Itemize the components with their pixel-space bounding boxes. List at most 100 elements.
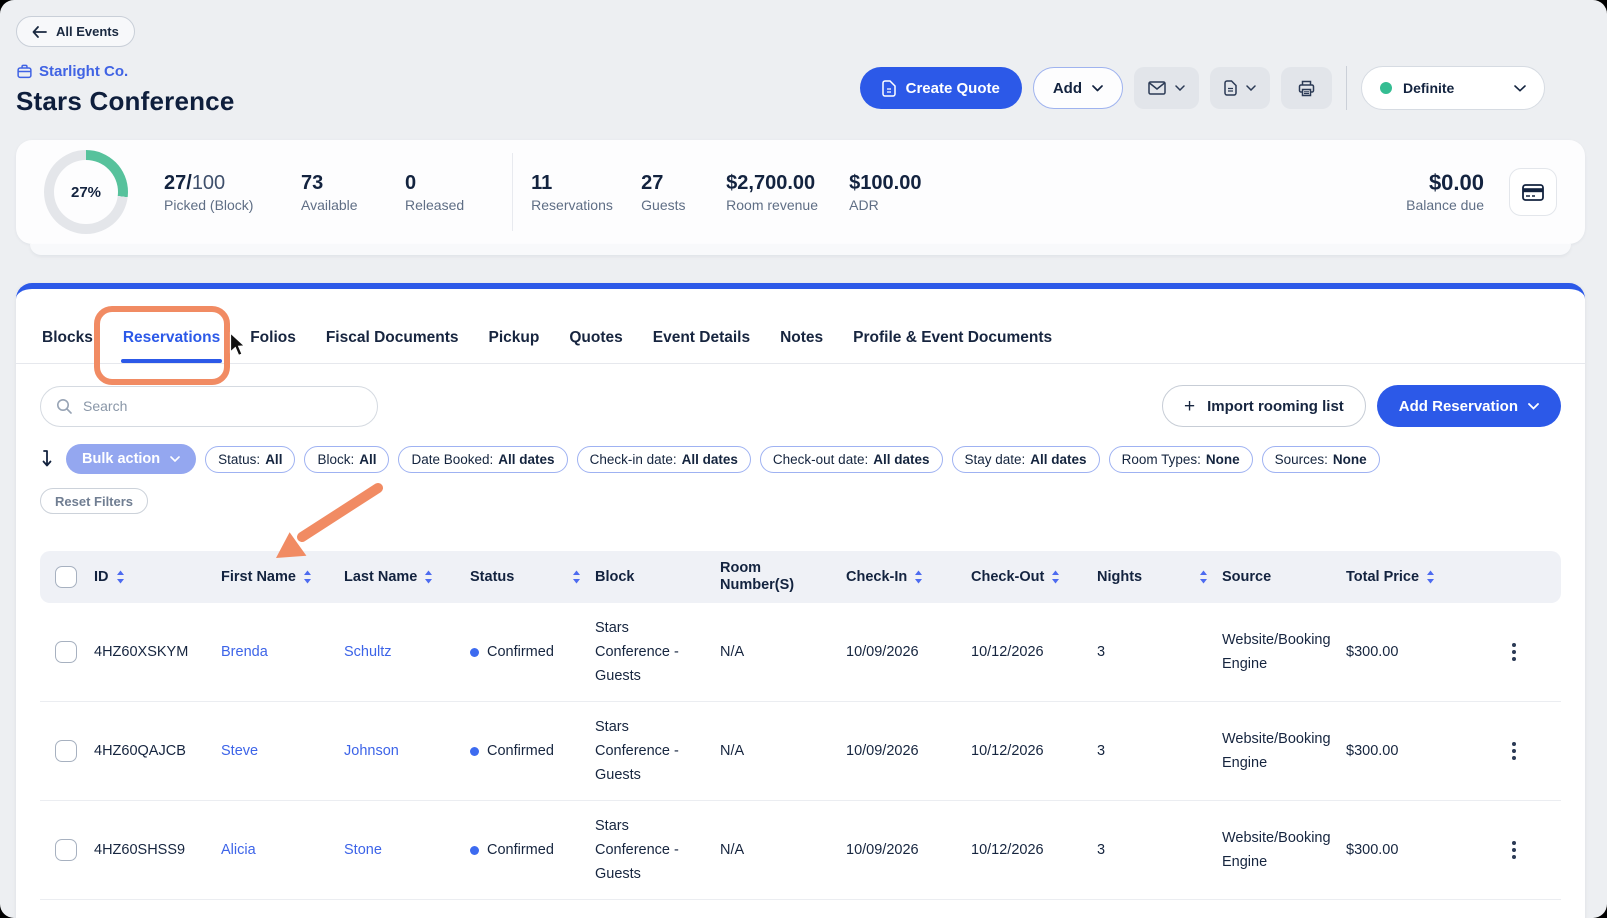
add-button[interactable]: Add	[1033, 67, 1123, 109]
tab-event-details[interactable]: Event Details	[651, 319, 752, 363]
row-checkbox[interactable]	[55, 641, 77, 663]
first-name-link[interactable]: Steve	[221, 743, 344, 759]
briefcase-icon	[17, 64, 32, 79]
column-header-block[interactable]: Block	[595, 569, 720, 585]
document-dropdown-button[interactable]	[1210, 67, 1270, 109]
filter-chip-date-booked[interactable]: Date Booked:All dates	[398, 446, 567, 473]
chevron-down-icon	[1246, 85, 1256, 91]
column-header-first-name[interactable]: First Name	[221, 569, 344, 585]
chip-value: All dates	[498, 452, 554, 467]
table-row[interactable]: 4HZ60QAJCB Steve Johnson Confirmed Stars…	[40, 702, 1561, 801]
sort-icon[interactable]	[1199, 570, 1208, 584]
column-header-id[interactable]: ID	[94, 569, 221, 585]
row-checkbox[interactable]	[55, 740, 77, 762]
tab-quotes[interactable]: Quotes	[567, 319, 624, 363]
last-name-link[interactable]: Stone	[344, 842, 470, 858]
chip-label: Sources:	[1275, 452, 1328, 467]
chevron-down-icon	[1528, 403, 1539, 410]
column-header-source[interactable]: Source	[1222, 569, 1346, 585]
status-label: Confirmed	[487, 644, 554, 660]
column-header-last-name[interactable]: Last Name	[344, 569, 470, 585]
sort-order-icon[interactable]	[40, 449, 54, 469]
tab-reservations[interactable]: Reservations	[121, 319, 222, 363]
sort-icon[interactable]	[116, 570, 125, 584]
search-input[interactable]	[40, 386, 378, 427]
column-label: Status	[470, 569, 514, 585]
picked-total: 100	[192, 172, 225, 194]
balance-label: Balance due	[1406, 197, 1484, 213]
tab-profile-event-documents[interactable]: Profile & Event Documents	[851, 319, 1054, 363]
sort-icon[interactable]	[572, 570, 581, 584]
sort-icon[interactable]	[1051, 570, 1060, 584]
back-all-events-button[interactable]: All Events	[16, 16, 135, 47]
first-name-link[interactable]: Alicia	[221, 842, 344, 858]
email-dropdown-button[interactable]	[1134, 67, 1199, 109]
tab-folios[interactable]: Folios	[248, 319, 298, 363]
status-cell: Confirmed	[470, 743, 595, 759]
last-name-link[interactable]: Schultz	[344, 644, 470, 660]
tab-notes[interactable]: Notes	[778, 319, 825, 363]
sort-icon[interactable]	[424, 570, 433, 584]
filter-chip-check-out-date[interactable]: Check-out date:All dates	[760, 446, 943, 473]
select-all-checkbox[interactable]	[55, 566, 77, 588]
guests-value: 27	[641, 172, 726, 194]
chip-label: Room Types:	[1122, 452, 1201, 467]
import-rooming-list-button[interactable]: + Import rooming list	[1162, 385, 1366, 427]
check-in-date: 10/09/2026	[846, 743, 971, 759]
chip-value: All	[359, 452, 376, 467]
column-header-check-in[interactable]: Check-In	[846, 569, 971, 585]
adr-value: $100.00	[849, 172, 921, 194]
table-row[interactable]: 4HZ60SHSS9 Alicia Stone Confirmed Stars …	[40, 801, 1561, 900]
filter-chip-status[interactable]: Status:All	[205, 446, 295, 473]
reservation-id: 4HZ60XSKYM	[94, 644, 221, 660]
file-icon	[1224, 80, 1237, 96]
column-header-nights[interactable]: Nights	[1097, 569, 1222, 585]
app-window: All Events Starlight Co. Stars Conferenc…	[0, 0, 1607, 918]
column-header-check-out[interactable]: Check-Out	[971, 569, 1097, 585]
tab-pickup[interactable]: Pickup	[487, 319, 542, 363]
filter-chip-block[interactable]: Block:All	[304, 446, 389, 473]
row-menu-button[interactable]	[1506, 835, 1522, 865]
filter-chip-room-types[interactable]: Room Types:None	[1109, 446, 1253, 473]
reservations-value: 11	[531, 172, 641, 194]
sort-icon[interactable]	[1426, 570, 1435, 584]
released-label: Released	[405, 197, 464, 213]
row-checkbox[interactable]	[55, 839, 77, 861]
reservations-table: ID First Name Last Name Status Block Roo…	[40, 551, 1561, 900]
company-row[interactable]: Starlight Co.	[17, 63, 128, 80]
column-header-status[interactable]: Status	[470, 569, 595, 585]
first-name-link[interactable]: Brenda	[221, 644, 344, 660]
column-label: Check-In	[846, 569, 907, 585]
tab-blocks[interactable]: Blocks	[40, 319, 95, 363]
tab-fiscal-documents[interactable]: Fiscal Documents	[324, 319, 461, 363]
row-menu-button[interactable]	[1506, 736, 1522, 766]
payments-button[interactable]	[1509, 168, 1557, 216]
print-button[interactable]	[1281, 67, 1332, 109]
filter-chip-check-in-date[interactable]: Check-in date:All dates	[577, 446, 751, 473]
last-name-link[interactable]: Johnson	[344, 743, 470, 759]
bulk-action-button[interactable]: Bulk action	[66, 444, 196, 474]
sort-icon[interactable]	[914, 570, 923, 584]
filter-chip-stay-date[interactable]: Stay date:All dates	[952, 446, 1100, 473]
reservations-label: Reservations	[531, 197, 641, 213]
status-dot-icon	[470, 648, 479, 657]
status-dot-icon	[470, 846, 479, 855]
column-label: Check-Out	[971, 569, 1044, 585]
total-price: $300.00	[1346, 644, 1467, 660]
create-quote-button[interactable]: Create Quote	[860, 67, 1022, 109]
event-status-dropdown[interactable]: Definite	[1361, 66, 1545, 110]
add-reservation-label: Add Reservation	[1399, 398, 1518, 415]
reservation-id: 4HZ60SHSS9	[94, 842, 221, 858]
create-quote-label: Create Quote	[906, 80, 1000, 97]
reset-filters-button[interactable]: Reset Filters	[40, 488, 148, 514]
column-header-room-number[interactable]: Room Number(S)	[720, 560, 846, 594]
total-price: $300.00	[1346, 743, 1467, 759]
row-menu-button[interactable]	[1506, 637, 1522, 667]
picked-label: Picked (Block)	[164, 197, 301, 213]
column-header-total-price[interactable]: Total Price	[1346, 569, 1467, 585]
column-label: Source	[1222, 569, 1271, 585]
filter-chip-sources[interactable]: Sources:None	[1262, 446, 1380, 473]
add-reservation-button[interactable]: Add Reservation	[1377, 385, 1561, 427]
table-row[interactable]: 4HZ60XSKYM Brenda Schultz Confirmed Star…	[40, 603, 1561, 702]
sort-icon[interactable]	[303, 570, 312, 584]
